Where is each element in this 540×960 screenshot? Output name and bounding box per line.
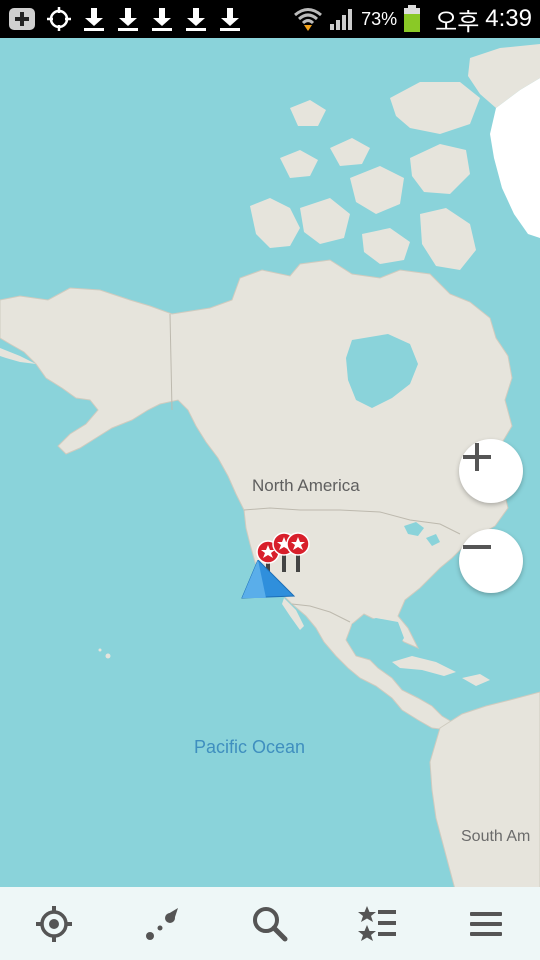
menu-icon (470, 911, 502, 936)
arctic-island-3 (350, 166, 404, 214)
status-ampm: 오후 (435, 8, 480, 36)
arctic-island-9 (362, 228, 410, 264)
status-time: 4:39 (485, 5, 532, 32)
battery-icon (403, 5, 421, 33)
hawaii-island (98, 648, 102, 652)
bottom-toolbar (0, 887, 540, 960)
route-icon (146, 907, 178, 940)
arctic-island-8 (420, 208, 476, 270)
system-icons: 73% 오후 4:39 (293, 2, 532, 37)
arctic-island-1 (250, 198, 300, 248)
route-button[interactable] (132, 894, 192, 954)
label-pacific-ocean: Pacific Ocean (194, 737, 306, 757)
add-notification-icon (8, 7, 36, 31)
gulf-of-mexico (352, 618, 404, 654)
download-icon (150, 6, 174, 32)
my-location-icon (36, 905, 72, 942)
wifi-icon (293, 6, 323, 32)
search-button[interactable] (240, 894, 300, 954)
arctic-island-11 (290, 100, 326, 126)
battery-percent: 73% (361, 8, 398, 29)
status-bar: 73% 오후 4:39 (0, 0, 540, 38)
signal-icon (329, 7, 355, 31)
map-canvas (0, 44, 540, 960)
search-icon (253, 906, 288, 941)
arctic-island-4 (410, 144, 470, 194)
download-icon (218, 6, 242, 32)
download-icon (116, 6, 140, 32)
label-south-america: South Am (461, 828, 531, 845)
zoom-in-button[interactable] (459, 439, 523, 503)
menu-button[interactable] (456, 894, 516, 954)
arctic-island-5 (390, 82, 480, 134)
plus-icon (463, 443, 491, 471)
my-location-button[interactable] (24, 894, 84, 954)
map-view[interactable]: North America Pacific Ocean South Am (0, 38, 540, 960)
arctic-island-7 (280, 150, 318, 178)
zoom-out-button[interactable] (459, 529, 523, 593)
bookmarks-icon (358, 905, 396, 941)
notification-icons (8, 6, 242, 32)
gps-icon (46, 6, 72, 32)
hispaniola (462, 674, 490, 686)
minus-icon (463, 545, 491, 549)
download-icon (82, 6, 106, 32)
arctic-island-6 (330, 138, 370, 166)
hawaii-island (105, 653, 111, 659)
cuba (392, 656, 456, 676)
label-north-america: North America (252, 476, 360, 495)
download-icon (184, 6, 208, 32)
bookmarks-button[interactable] (348, 894, 408, 954)
arctic-island-2 (300, 198, 350, 244)
